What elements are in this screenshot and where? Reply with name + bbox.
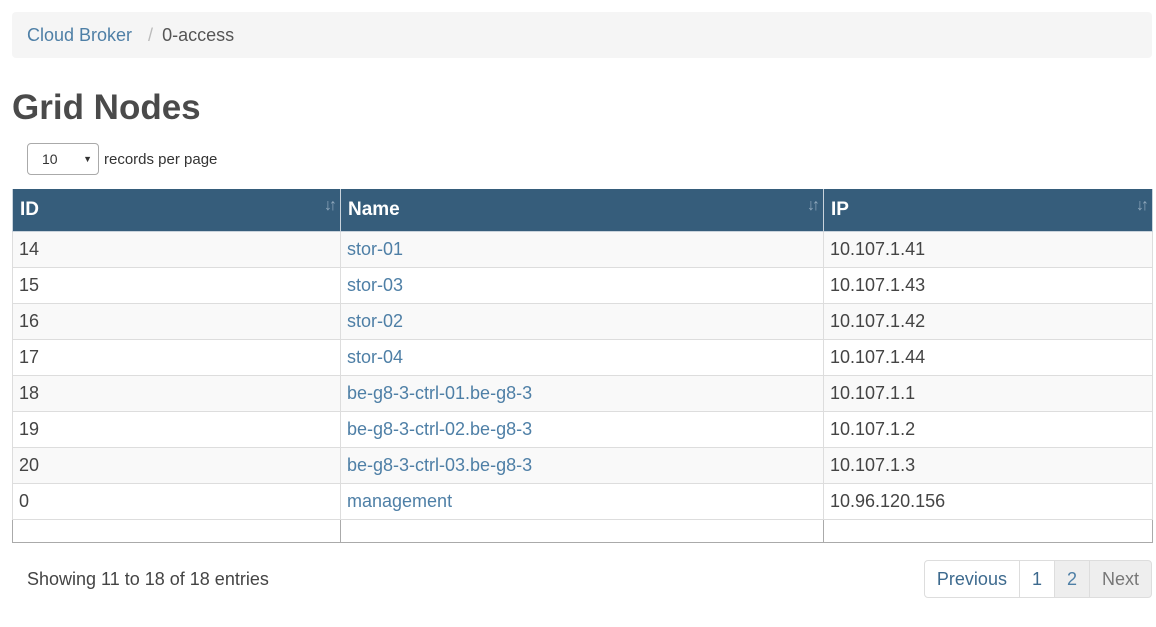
chevron-down-icon: ▼ xyxy=(83,154,92,164)
records-per-page-value: 10 xyxy=(42,151,58,167)
cell-id: 17 xyxy=(12,339,341,376)
node-name-link[interactable]: be-g8-3-ctrl-03.be-g8-3 xyxy=(340,447,824,484)
column-header-name[interactable]: Name ↓↑ xyxy=(340,189,824,232)
breadcrumb-link-cloud-broker[interactable]: Cloud Broker xyxy=(27,25,132,46)
table-row: 0 management 10.96.120.156 xyxy=(12,483,1153,520)
pagination: Previous 1 2 Next xyxy=(923,560,1152,598)
cell-ip: 10.107.1.42 xyxy=(823,303,1153,340)
previous-page-button[interactable]: Previous xyxy=(923,560,1020,598)
node-name-link[interactable]: management xyxy=(340,483,824,520)
page-button-2[interactable]: 2 xyxy=(1053,560,1090,598)
filter-cell-id[interactable] xyxy=(12,519,341,543)
table-row: 17 stor-04 10.107.1.44 xyxy=(12,339,1153,376)
filter-cell-ip[interactable] xyxy=(823,519,1153,543)
sort-icon: ↓↑ xyxy=(1136,197,1149,214)
column-header-ip[interactable]: IP ↓↑ xyxy=(823,189,1153,232)
sort-icon: ↓↑ xyxy=(807,197,820,214)
node-name-link[interactable]: stor-04 xyxy=(340,339,824,376)
cell-ip: 10.107.1.2 xyxy=(823,411,1153,448)
cell-id: 14 xyxy=(12,231,341,268)
cell-id: 18 xyxy=(12,375,341,412)
column-header-label: Name xyxy=(348,199,400,220)
cell-ip: 10.107.1.1 xyxy=(823,375,1153,412)
filter-cell-name[interactable] xyxy=(340,519,824,543)
sort-icon: ↓↑ xyxy=(324,197,337,214)
cell-id: 15 xyxy=(12,267,341,304)
cell-ip: 10.107.1.41 xyxy=(823,231,1153,268)
cell-id: 16 xyxy=(12,303,341,340)
table-row: 19 be-g8-3-ctrl-02.be-g8-3 10.107.1.2 xyxy=(12,411,1153,448)
next-page-button[interactable]: Next xyxy=(1088,560,1152,598)
cell-ip: 10.107.1.43 xyxy=(823,267,1153,304)
page-title: Grid Nodes xyxy=(12,88,201,127)
page: Cloud Broker / 0-access Grid Nodes 10 ▼ … xyxy=(0,0,1156,627)
records-per-page-select[interactable]: 10 ▼ xyxy=(27,143,99,175)
column-header-label: ID xyxy=(20,199,39,220)
table-info: Showing 11 to 18 of 18 entries xyxy=(27,569,269,589)
table-row: 16 stor-02 10.107.1.42 xyxy=(12,303,1153,340)
grid-nodes-table: ID ↓↑ Name ↓↑ IP ↓↑ 14 stor-01 10.107.1.… xyxy=(12,189,1153,543)
table-row: 15 stor-03 10.107.1.43 xyxy=(12,267,1153,304)
page-button-1[interactable]: 1 xyxy=(1018,560,1055,598)
table-row: 14 stor-01 10.107.1.41 xyxy=(12,231,1153,268)
column-header-label: IP xyxy=(831,199,849,220)
records-per-page-control: 10 ▼ records per page xyxy=(27,143,217,175)
records-per-page-label: records per page xyxy=(104,150,218,168)
cell-ip: 10.107.1.44 xyxy=(823,339,1153,376)
node-name-link[interactable]: stor-02 xyxy=(340,303,824,340)
node-name-link[interactable]: stor-01 xyxy=(340,231,824,268)
breadcrumb-separator: / xyxy=(148,24,154,45)
node-name-link[interactable]: stor-03 xyxy=(340,267,824,304)
cell-id: 19 xyxy=(12,411,341,448)
cell-ip: 10.96.120.156 xyxy=(823,483,1153,520)
breadcrumb-current: 0-access xyxy=(162,24,235,45)
table-row: 18 be-g8-3-ctrl-01.be-g8-3 10.107.1.1 xyxy=(12,375,1153,412)
column-header-id[interactable]: ID ↓↑ xyxy=(12,189,341,232)
node-name-link[interactable]: be-g8-3-ctrl-01.be-g8-3 xyxy=(340,375,824,412)
breadcrumb: Cloud Broker / 0-access xyxy=(12,12,1152,58)
table-row: 20 be-g8-3-ctrl-03.be-g8-3 10.107.1.3 xyxy=(12,447,1153,484)
cell-id: 0 xyxy=(12,483,341,520)
node-name-link[interactable]: be-g8-3-ctrl-02.be-g8-3 xyxy=(340,411,824,448)
filter-row xyxy=(12,519,1153,543)
table-header-row: ID ↓↑ Name ↓↑ IP ↓↑ xyxy=(12,189,1153,232)
cell-ip: 10.107.1.3 xyxy=(823,447,1153,484)
cell-id: 20 xyxy=(12,447,341,484)
